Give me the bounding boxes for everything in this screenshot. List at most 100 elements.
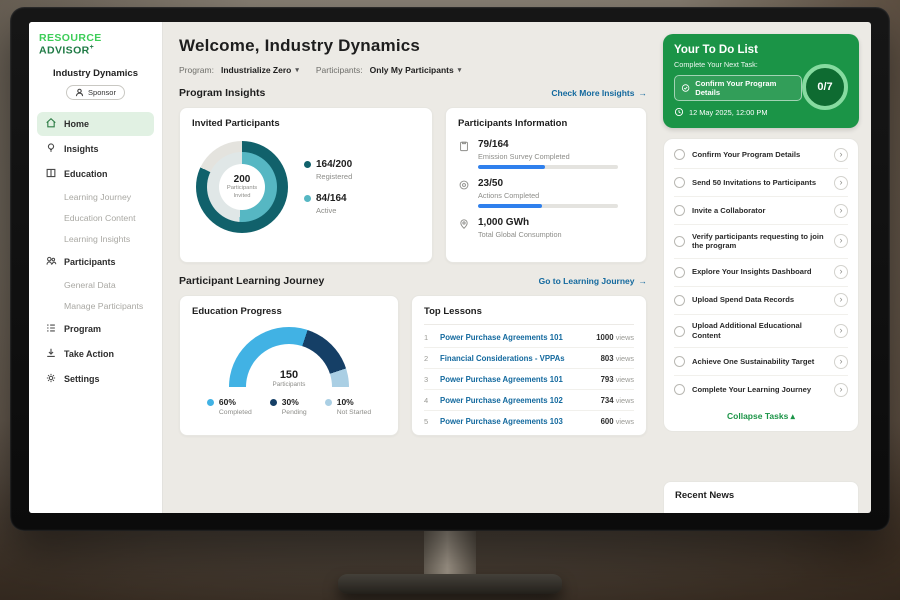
sidebar-item-settings[interactable]: Settings — [37, 367, 154, 391]
chevron-down-icon: ▾ — [295, 66, 299, 74]
legend-dot — [304, 195, 311, 202]
person-icon — [75, 88, 84, 97]
sidebar-item-home[interactable]: Home — [37, 112, 154, 136]
brand-plus: + — [90, 44, 95, 51]
section-title: Participant Learning Journey — [179, 275, 324, 287]
gear-icon — [45, 372, 57, 386]
donut-legend: 164/200 Registered 84/164 Active — [304, 159, 352, 215]
participants-information-card: Participants Information 79/164 Emission… — [445, 107, 647, 263]
collapse-tasks-link[interactable]: Collapse Tasks ▴ — [674, 403, 848, 431]
chevron-right-icon[interactable]: › — [834, 324, 848, 338]
lesson-link[interactable]: Power Purchase Agreements 101 — [440, 375, 593, 384]
checkbox-icon[interactable] — [674, 326, 685, 337]
card-title: Top Lessons — [424, 306, 634, 325]
recent-news-header: Recent News — [663, 481, 859, 513]
sidebar-item-learning-insights[interactable]: Learning Insights — [37, 229, 154, 249]
gauge-legend: 60% Completed 30% Pending 10% Not Starte… — [192, 397, 386, 416]
checkbox-icon[interactable] — [674, 236, 685, 247]
sidebar-item-program[interactable]: Program — [37, 317, 154, 341]
lesson-link[interactable]: Financial Considerations - VPPAs — [440, 354, 593, 363]
emission-survey-row: 79/164 Emission Survey Completed — [458, 139, 634, 169]
lesson-link[interactable]: Power Purchase Agreements 101 — [440, 333, 588, 342]
legend-dot — [270, 399, 277, 406]
todo-list: Confirm Your Program Details › Send 50 I… — [663, 138, 859, 432]
chevron-up-icon: ▴ — [791, 411, 795, 421]
card-title: Education Progress — [192, 306, 386, 317]
sidebar-item-insights[interactable]: Insights — [37, 137, 154, 161]
sidebar-item-label: Take Action — [64, 349, 114, 359]
chevron-right-icon[interactable]: › — [834, 293, 848, 307]
todo-item[interactable]: Explore Your Insights Dashboard › — [674, 259, 848, 287]
location-pin-icon — [458, 218, 470, 230]
emission-progress-bar — [478, 165, 618, 169]
participants-select-value: Only My Participants — [370, 65, 454, 75]
chevron-right-icon[interactable]: › — [834, 204, 848, 218]
checkbox-icon[interactable] — [674, 295, 685, 306]
todo-item[interactable]: Confirm Your Program Details › — [674, 141, 848, 169]
org-name: Industry Dynamics — [37, 68, 154, 79]
todo-item[interactable]: Upload Additional Educational Content › — [674, 315, 848, 349]
sidebar-item-education[interactable]: Education — [37, 162, 154, 186]
chevron-right-icon[interactable]: › — [834, 176, 848, 190]
todo-item[interactable]: Invite a Collaborator › — [674, 197, 848, 225]
checkbox-icon[interactable] — [674, 177, 685, 188]
sidebar-item-education-content[interactable]: Education Content — [37, 208, 154, 228]
sidebar-item-label: Education — [64, 169, 108, 179]
chevron-right-icon[interactable]: › — [834, 148, 848, 162]
donut-center: 200 Participants Invited — [219, 164, 265, 210]
todo-item[interactable]: Send 50 Invitations to Participants › — [674, 169, 848, 197]
sidebar-item-general-data[interactable]: General Data — [37, 275, 154, 295]
program-insights-header: Program Insights Check More Insights → — [179, 87, 647, 99]
todo-progress-ring: 0/7 — [802, 64, 848, 110]
checkbox-icon[interactable] — [674, 267, 685, 278]
sidebar-item-label: Program — [64, 324, 101, 334]
sidebar-item-label: Learning Journey — [64, 192, 131, 202]
brand-advisor: ADVISOR — [39, 45, 90, 57]
checkbox-icon[interactable] — [674, 384, 685, 395]
legend-item-completed: 60% Completed — [207, 397, 252, 416]
checkbox-icon[interactable] — [674, 205, 685, 216]
sidebar-item-take-action[interactable]: Take Action — [37, 342, 154, 366]
people-icon — [45, 255, 57, 269]
next-task-chip[interactable]: Confirm Your Program Details — [674, 75, 802, 101]
app-logo: RESOURCE ADVISOR+ — [37, 32, 154, 57]
sidebar-item-label: Participants — [64, 257, 116, 267]
todo-summary-card: Your To Do List Complete Your Next Task:… — [663, 34, 859, 128]
chevron-right-icon[interactable]: › — [834, 355, 848, 369]
program-select[interactable]: Industrialize Zero ▾ — [221, 65, 299, 75]
go-to-learning-journey-link[interactable]: Go to Learning Journey → — [539, 276, 647, 286]
sponsor-badge[interactable]: Sponsor — [66, 85, 125, 100]
chevron-right-icon[interactable]: › — [834, 234, 848, 248]
chevron-right-icon[interactable]: › — [834, 265, 848, 279]
chevron-right-icon[interactable]: › — [834, 383, 848, 397]
sidebar-item-label: Education Content — [64, 213, 135, 223]
clipboard-icon — [458, 140, 470, 152]
todo-item[interactable]: Complete Your Learning Journey › — [674, 376, 848, 403]
arrow-right-icon: → — [639, 276, 648, 286]
sidebar-item-manage-participants[interactable]: Manage Participants — [37, 296, 154, 316]
participants-select[interactable]: Only My Participants ▾ — [370, 65, 462, 75]
todo-panel: Your To Do List Complete Your Next Task:… — [659, 22, 871, 513]
legend-dot — [304, 161, 311, 168]
consumption-row: 1,000 GWh Total Global Consumption — [458, 217, 634, 243]
check-circle-icon — [681, 83, 690, 93]
invited-participants-card: Invited Participants 200 Participants In… — [179, 107, 433, 263]
sidebar-item-label: Manage Participants — [64, 301, 143, 311]
todo-item[interactable]: Achieve One Sustainability Target › — [674, 348, 848, 376]
checkbox-icon[interactable] — [674, 149, 685, 160]
list-icon — [45, 322, 57, 336]
sidebar-item-label: General Data — [64, 280, 116, 290]
todo-item[interactable]: Verify participants requesting to join t… — [674, 225, 848, 259]
legend-item-not-started: 10% Not Started — [325, 397, 371, 416]
lesson-link[interactable]: Power Purchase Agreements 102 — [440, 396, 593, 405]
home-icon — [45, 117, 57, 131]
sidebar-item-participants[interactable]: Participants — [37, 250, 154, 274]
lesson-link[interactable]: Power Purchase Agreements 103 — [440, 417, 593, 426]
todo-item[interactable]: Upload Spend Data Records › — [674, 287, 848, 315]
monitor-frame: RESOURCE ADVISOR+ Industry Dynamics Spon… — [10, 7, 890, 531]
sidebar-item-learning-journey[interactable]: Learning Journey — [37, 187, 154, 207]
gauge-center: 150 Participants — [229, 369, 349, 388]
top-lessons-card: Top Lessons 1 Power Purchase Agreements … — [411, 295, 647, 436]
check-more-insights-link[interactable]: Check More Insights → — [551, 88, 647, 98]
checkbox-icon[interactable] — [674, 356, 685, 367]
